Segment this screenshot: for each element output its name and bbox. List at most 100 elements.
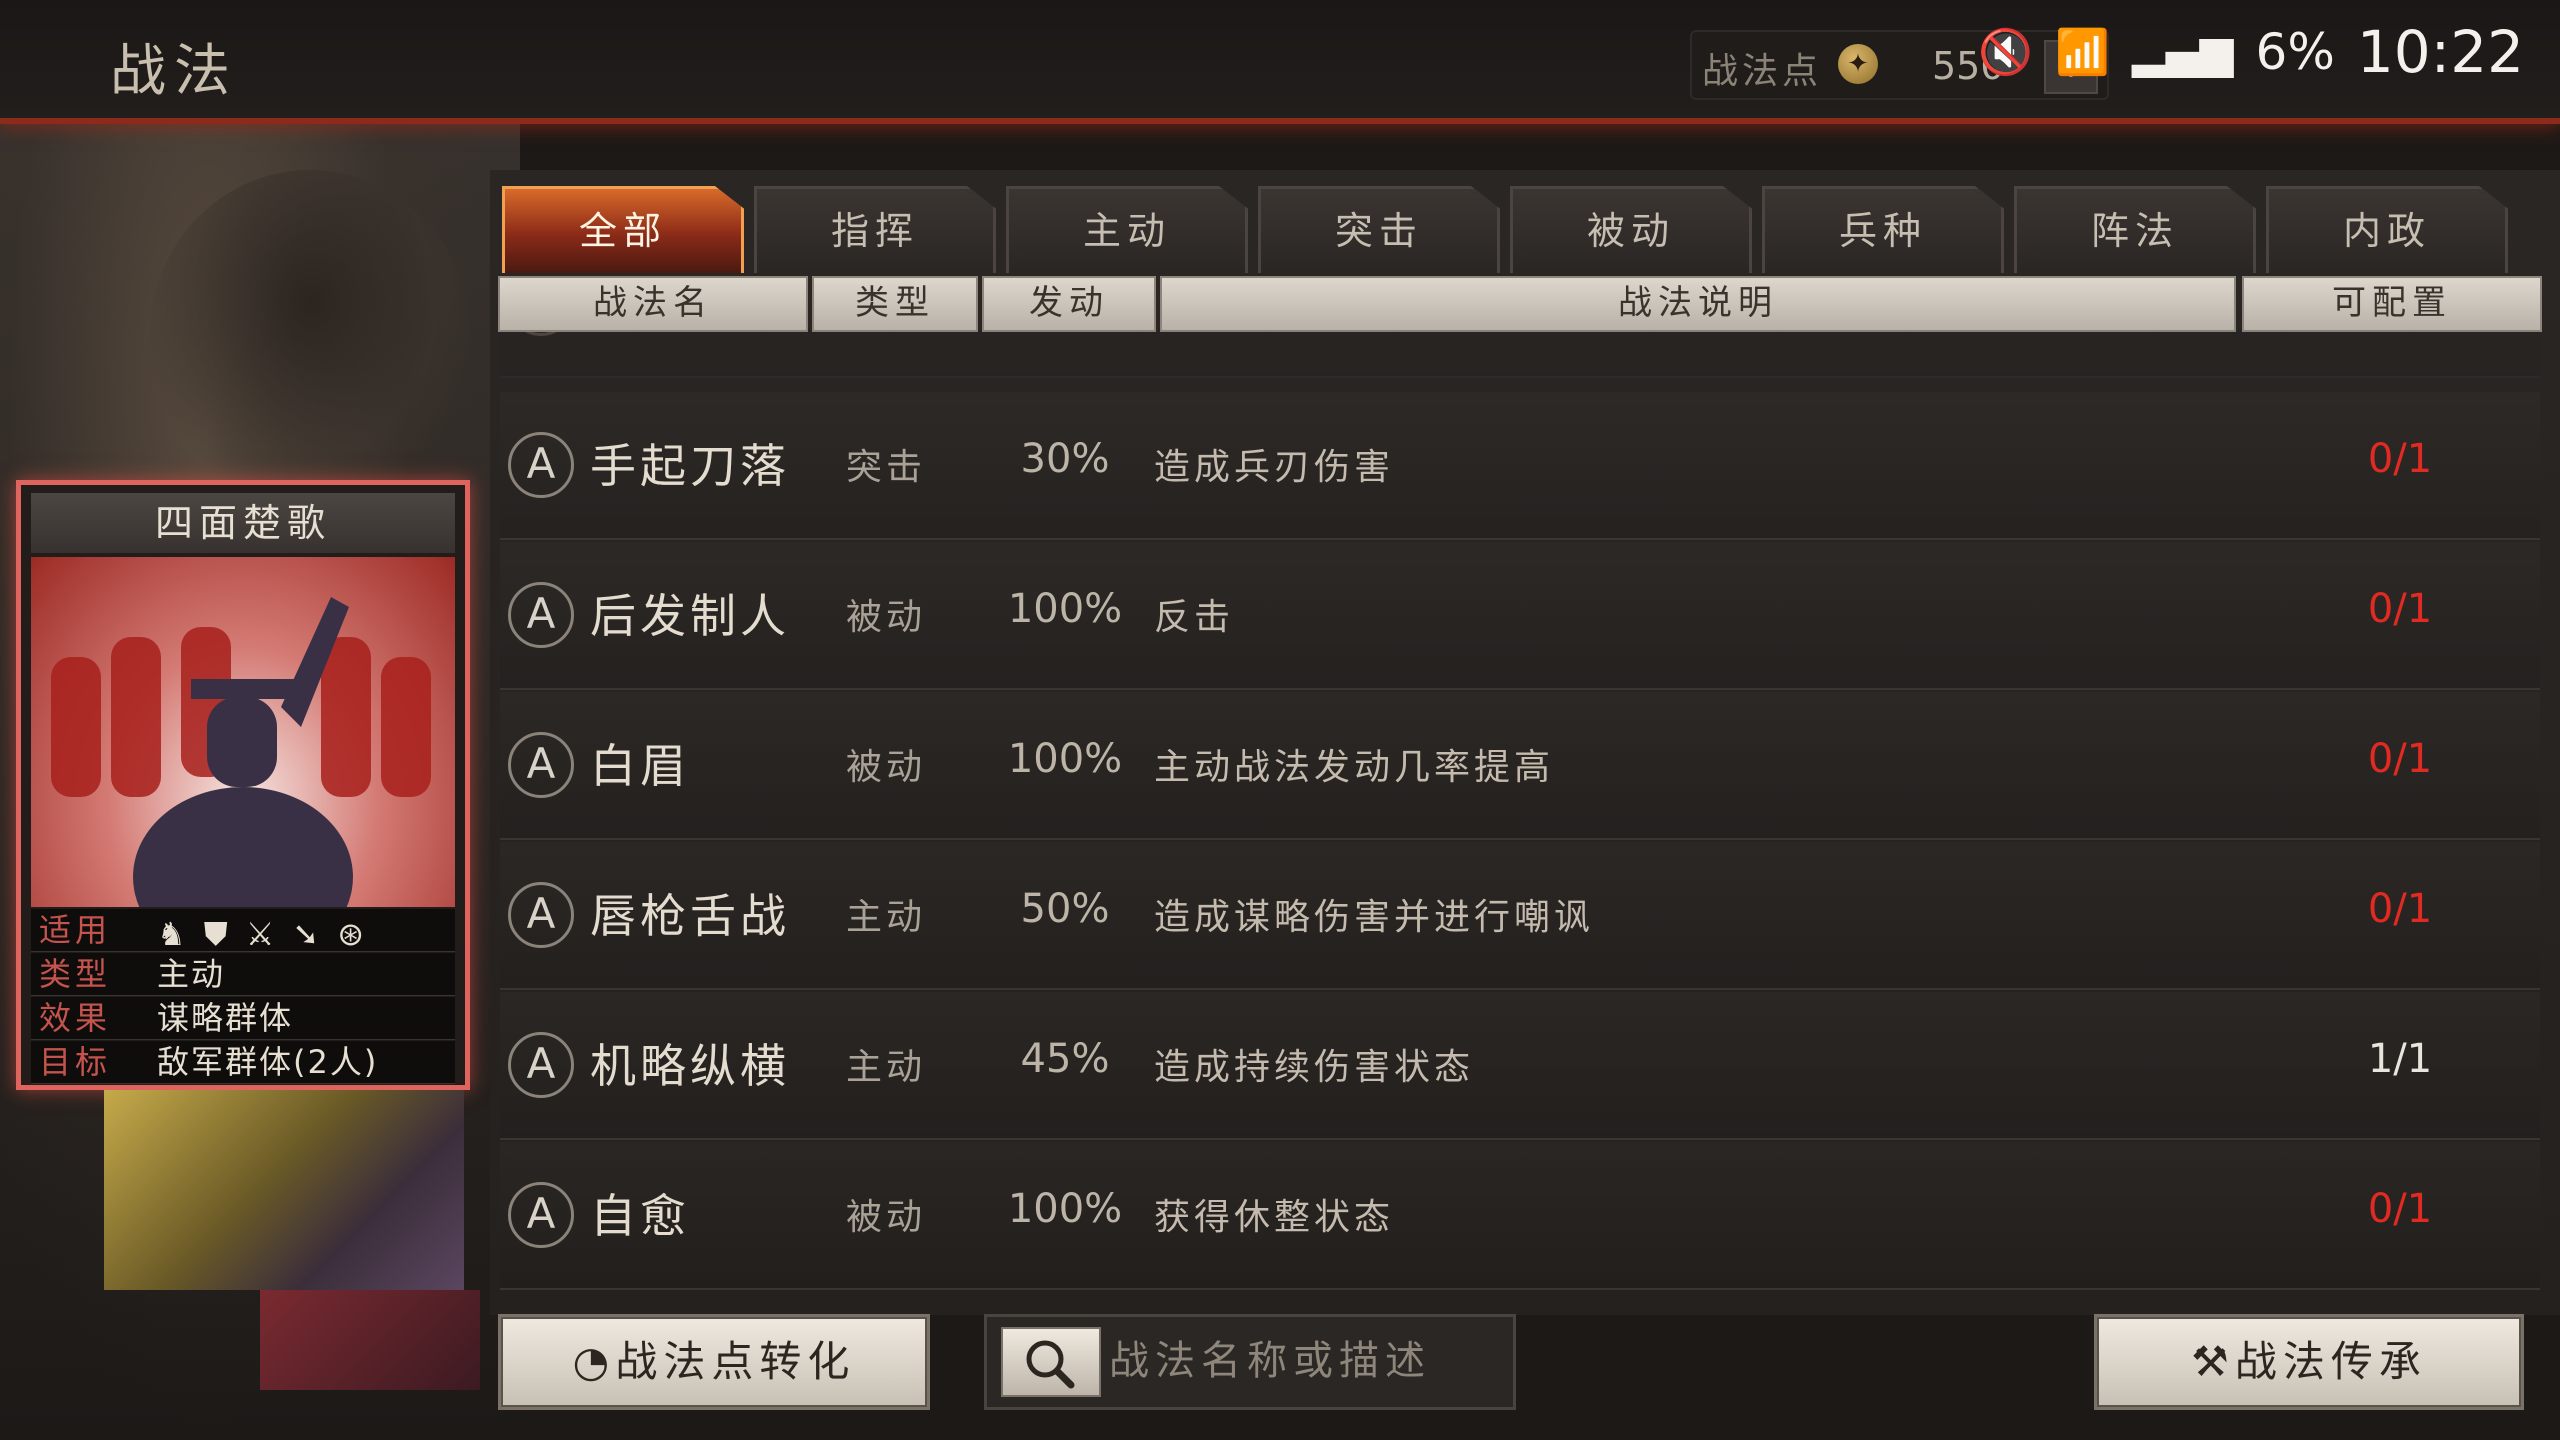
- card-stack-behind-2[interactable]: [260, 1290, 480, 1390]
- tactic-name: 手起刀落: [590, 439, 790, 493]
- tactic-count: 0/1: [2367, 736, 2433, 782]
- clock: 10:22: [2356, 18, 2524, 86]
- points-coin-icon: ◔: [572, 1337, 616, 1386]
- tactic-rate: 50%: [1020, 886, 1110, 932]
- card-apply-icons: ♞ ⛊ ⚔ ➘ ⊛: [157, 913, 364, 955]
- list-item[interactable]: A 手起刀落 突击 30% 造成兵刃伤害 0/1: [500, 392, 2540, 540]
- tactic-description: 获得休整状态: [1154, 1197, 1395, 1238]
- tactic-rate: 30%: [1020, 436, 1110, 482]
- tactic-name: 白眉: [590, 739, 690, 793]
- tactic-detail-card[interactable]: 四面楚歌 适用 ♞ ⛊ ⚔ ➘ ⊛ 类型 主动 效果 谋略群体 目标 敌军群体(…: [16, 480, 470, 1090]
- tactic-type: 主动: [846, 897, 927, 938]
- tactic-count: 0/1: [2367, 586, 2433, 632]
- column-header-type[interactable]: 类型: [812, 276, 978, 332]
- tab-formation[interactable]: 阵法: [2014, 186, 2256, 273]
- tactic-rate: 100%: [1007, 1186, 1123, 1232]
- search-input[interactable]: [1107, 1317, 1501, 1405]
- convert-points-button[interactable]: ◔战法点转化: [498, 1314, 930, 1410]
- card-label-target: 目标: [39, 1043, 112, 1081]
- card-value-effect: 谋略群体: [157, 999, 294, 1037]
- grade-badge: A: [508, 1182, 574, 1248]
- grade-badge: [508, 330, 574, 336]
- battery-percent: 6%: [2255, 23, 2335, 81]
- tactic-description: 造成持续伤害状态: [1154, 1047, 1475, 1088]
- tab-all[interactable]: 全部: [502, 186, 744, 273]
- card-value-type: 主动: [157, 955, 226, 993]
- points-label: 战法点: [1702, 51, 1823, 92]
- tactic-name: 唇枪舌战: [590, 889, 790, 943]
- tactic-name: 自愈: [590, 1189, 690, 1243]
- page-title: 战法: [110, 39, 238, 104]
- tactic-count: 0/1: [2367, 1186, 2433, 1232]
- spear-icon: ➘: [292, 915, 320, 953]
- column-header-description: 战法说明: [1160, 276, 2236, 332]
- list-item[interactable]: A 唇枪舌战 主动 50% 造成谋略伤害并进行嘲讽 0/1: [500, 842, 2540, 990]
- tactic-list[interactable]: A 手起刀落 突击 30% 造成兵刃伤害 0/1 A 后发制人 被动 100% …: [500, 330, 2540, 1290]
- tactic-description: 反击: [1154, 597, 1235, 638]
- card-field-target: 目标 敌军群体(2人): [31, 1041, 455, 1084]
- title-bar: 战法 战法点 ✦ 550 + 🔇 📶 ▂▄▆ 6% 10:22: [0, 0, 2560, 124]
- points-coin-icon: ✦: [1838, 44, 1878, 84]
- tactic-description: 主动战法发动几率提高: [1154, 747, 1555, 788]
- tactic-count: 0/1: [2367, 436, 2433, 482]
- tactic-count: 1/1: [2367, 1036, 2433, 1082]
- tab-active[interactable]: 主动: [1006, 186, 1248, 273]
- tab-passive[interactable]: 被动: [1510, 186, 1752, 273]
- grade-badge: A: [508, 432, 574, 498]
- card-value-target: 敌军群体(2人): [157, 1043, 379, 1081]
- shield-icon: ⛊: [203, 915, 228, 953]
- list-item[interactable]: A 机略纵横 主动 45% 造成持续伤害状态 1/1: [500, 992, 2540, 1140]
- card-field-effect: 效果 谋略群体: [31, 997, 455, 1040]
- card-art-illustration: [51, 597, 431, 907]
- search-button[interactable]: [1001, 1327, 1101, 1397]
- search-field[interactable]: [984, 1314, 1516, 1410]
- card-stack-behind[interactable]: [104, 1090, 464, 1290]
- grade-badge: A: [508, 582, 574, 648]
- card-label-type: 类型: [39, 955, 112, 993]
- inherit-tactic-button[interactable]: ⚒战法传承: [2094, 1314, 2524, 1410]
- card-field-apply: 适用 ♞ ⛊ ⚔ ➘ ⊛: [31, 909, 455, 955]
- card-field-type: 类型 主动: [31, 953, 455, 996]
- tab-troop-type[interactable]: 兵种: [1762, 186, 2004, 273]
- tab-command[interactable]: 指挥: [754, 186, 996, 273]
- mute-icon: 🔇: [1978, 27, 2034, 78]
- grade-badge: A: [508, 1032, 574, 1098]
- tactic-rate: 100%: [1007, 586, 1123, 632]
- tactic-type: 主动: [846, 1047, 927, 1088]
- tactic-type: 被动: [846, 1197, 927, 1238]
- signal-icon: ▂▄▆: [2132, 26, 2234, 78]
- grade-badge: A: [508, 732, 574, 798]
- cavalry-icon: ♞: [157, 915, 186, 953]
- tactic-type: 被动: [846, 747, 927, 788]
- column-header-trigger[interactable]: 发动: [982, 276, 1156, 332]
- card-artwork: [31, 557, 455, 907]
- tab-assault[interactable]: 突击: [1258, 186, 1500, 273]
- tab-internal[interactable]: 内政: [2266, 186, 2508, 273]
- hammer-icon: ⚒: [2191, 1337, 2235, 1386]
- search-icon: [1026, 1340, 1075, 1389]
- tactic-description: 造成谋略伤害并进行嘲讽: [1154, 897, 1595, 938]
- column-header-name[interactable]: 战法名: [498, 276, 808, 332]
- card-label-apply: 适用: [39, 911, 112, 949]
- inherit-tactic-label: 战法传承: [2234, 1337, 2427, 1386]
- card-title: 四面楚歌: [31, 493, 455, 553]
- column-header-configurable[interactable]: 可配置: [2242, 276, 2542, 332]
- tactic-rate: 100%: [1007, 736, 1123, 782]
- crossed-swords-icon: ⚔: [245, 915, 275, 953]
- wifi-icon: 📶: [2055, 27, 2110, 78]
- tactic-type: 被动: [846, 597, 927, 638]
- convert-points-label: 战法点转化: [615, 1337, 856, 1386]
- list-item[interactable]: A 后发制人 被动 100% 反击 0/1: [500, 542, 2540, 690]
- list-item[interactable]: A 自愈 被动 100% 获得休整状态 0/1: [500, 1142, 2540, 1290]
- list-item-partial: [500, 330, 2540, 378]
- tactic-rate: 45%: [1020, 1036, 1110, 1082]
- tactic-name: 后发制人: [590, 589, 790, 643]
- tactic-type: 突击: [846, 447, 927, 488]
- wheel-icon: ⊛: [337, 915, 365, 953]
- grade-badge: A: [508, 882, 574, 948]
- list-item[interactable]: A 白眉 被动 100% 主动战法发动几率提高 0/1: [500, 692, 2540, 840]
- system-status-bar: 🔇 📶 ▂▄▆ 6% 10:22: [1978, 12, 2524, 92]
- tactic-name: 机略纵横: [590, 1039, 790, 1093]
- tactic-description: 造成兵刃伤害: [1154, 447, 1395, 488]
- tactic-count: 0/1: [2367, 886, 2433, 932]
